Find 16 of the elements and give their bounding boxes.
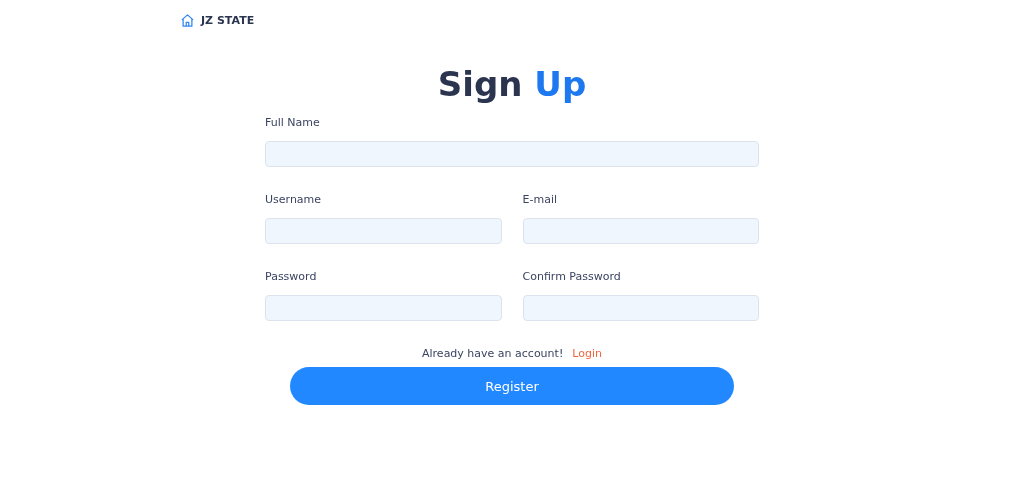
brand-name[interactable]: JZ STATE: [201, 13, 255, 27]
login-link[interactable]: Login: [572, 347, 602, 360]
input-field[interactable]: [522, 295, 759, 321]
input-field[interactable]: [265, 295, 502, 321]
field-label: Username: [265, 193, 323, 207]
field-label: Password: [265, 270, 318, 284]
input-field[interactable]: [265, 218, 502, 244]
field-label: Full Name: [265, 116, 321, 130]
field-label: E-mail: [522, 193, 558, 207]
input-field[interactable]: [522, 218, 759, 244]
input-field[interactable]: [265, 141, 759, 167]
page-title: Sign Up: [436, 63, 588, 106]
home-icon[interactable]: [180, 12, 195, 28]
field-label: Confirm Password: [522, 270, 622, 284]
login-prompt: Already have an account!: [422, 347, 564, 360]
register-button[interactable]: Register: [290, 367, 734, 405]
